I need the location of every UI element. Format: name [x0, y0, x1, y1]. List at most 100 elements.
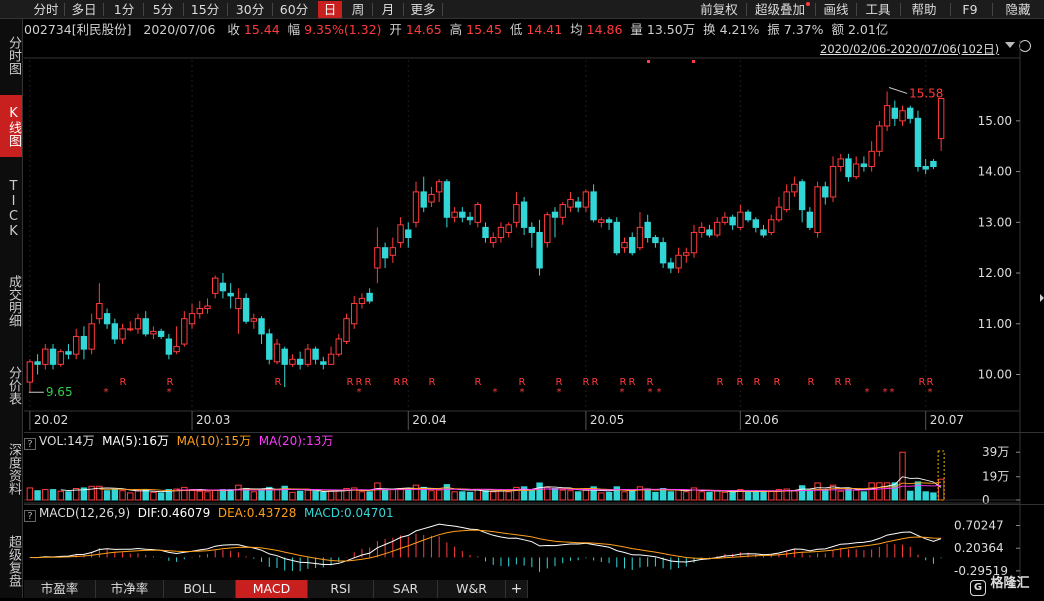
candle — [497, 226, 505, 239]
volume-bar — [644, 488, 651, 501]
add-tab-icon[interactable]: + — [506, 580, 528, 598]
candle — [242, 297, 250, 322]
kline-chart[interactable]: 15.00 14.00 13.00 12.00 11.00 10.00 20.02 20.03… — [0, 0, 1044, 598]
candle — [845, 158, 852, 178]
signal-star: * — [620, 387, 625, 398]
volume-bar — [907, 490, 914, 501]
tab-rsi[interactable]: RSI — [308, 580, 374, 598]
signal-star: * — [657, 387, 662, 398]
volume-bar — [922, 491, 929, 501]
signal-star: * — [520, 387, 525, 398]
event-marker — [692, 60, 695, 63]
expand-arrow-icon — [1040, 294, 1044, 302]
candle — [296, 358, 304, 365]
tab-sar[interactable]: SAR — [374, 580, 438, 598]
volume-bar — [381, 489, 389, 501]
candle — [335, 338, 342, 355]
y-tick-label: 14.00 — [978, 165, 1012, 179]
candle — [412, 191, 420, 223]
tab-macd[interactable]: MACD — [236, 580, 308, 598]
candle — [343, 318, 350, 343]
signal-r: R — [845, 377, 852, 388]
volume-bar — [706, 491, 713, 501]
volume-bar — [219, 489, 227, 501]
volume-bar — [621, 491, 628, 501]
candle — [621, 242, 628, 249]
volume-bar — [652, 491, 659, 501]
candle — [428, 193, 435, 203]
volume-bar — [196, 490, 203, 501]
candle — [860, 163, 868, 168]
dea-line — [29, 529, 942, 562]
volume-bar — [335, 489, 342, 501]
volume-bar — [837, 490, 844, 501]
signal-r: R — [754, 377, 761, 388]
candle — [273, 343, 281, 363]
signal-star: * — [928, 387, 933, 398]
candle — [760, 229, 767, 236]
candle — [142, 318, 149, 335]
volume-bar — [296, 490, 304, 501]
signal-r: R — [475, 377, 482, 388]
candle — [374, 247, 381, 269]
candle — [536, 231, 543, 269]
tab-pb-ratio[interactable]: 市净率 — [96, 580, 164, 598]
candle — [181, 318, 188, 345]
volume-bar — [111, 489, 119, 501]
candle — [551, 211, 559, 218]
volume-bar — [412, 484, 420, 501]
candle — [690, 231, 698, 254]
signal-star: * — [104, 387, 109, 398]
candle — [644, 221, 651, 239]
signal-r: R — [774, 377, 781, 388]
candle — [659, 242, 667, 264]
candle — [320, 361, 327, 365]
candle — [397, 224, 404, 244]
volume-bar — [675, 489, 682, 501]
candle — [188, 313, 196, 325]
candle — [582, 191, 590, 208]
volume-bar — [798, 485, 806, 501]
candle — [683, 252, 690, 256]
volume-bar — [289, 491, 296, 501]
candle — [852, 163, 860, 178]
volume-bar — [497, 490, 505, 501]
candle — [366, 292, 373, 302]
volume-bar — [868, 482, 875, 501]
signal-r: R — [120, 377, 127, 388]
signal-star: * — [557, 387, 562, 398]
candle — [134, 318, 142, 330]
candle — [111, 323, 119, 340]
candle — [737, 211, 744, 228]
candle — [57, 351, 64, 365]
candle — [266, 333, 273, 360]
volume-bar — [629, 489, 636, 501]
volume-bar — [791, 490, 798, 501]
candle — [876, 125, 883, 152]
y-tick-label: 12.00 — [978, 266, 1012, 280]
tab-pe-ratio[interactable]: 市盈率 — [24, 580, 96, 598]
candle — [721, 216, 729, 223]
volume-bar — [65, 491, 72, 501]
candle — [443, 181, 451, 218]
candle — [304, 348, 312, 365]
candle — [196, 308, 203, 315]
volume-bar — [899, 451, 906, 501]
volume-bar — [327, 490, 335, 501]
volume-bar — [752, 491, 759, 501]
volume-bar — [405, 489, 412, 501]
tab-wr[interactable]: W&R — [438, 580, 506, 598]
volume-bar — [852, 489, 860, 501]
candle — [219, 282, 227, 292]
candle — [103, 313, 111, 325]
tab-boll[interactable]: BOLL — [164, 580, 236, 598]
candle — [559, 204, 566, 218]
signal-star: * — [357, 387, 362, 398]
candle — [157, 330, 165, 337]
volume-bar — [157, 492, 165, 501]
candle — [567, 198, 574, 208]
volume-bar — [636, 486, 644, 501]
volume-bar — [366, 491, 373, 501]
candle — [868, 150, 875, 168]
volume-bar — [474, 489, 481, 501]
